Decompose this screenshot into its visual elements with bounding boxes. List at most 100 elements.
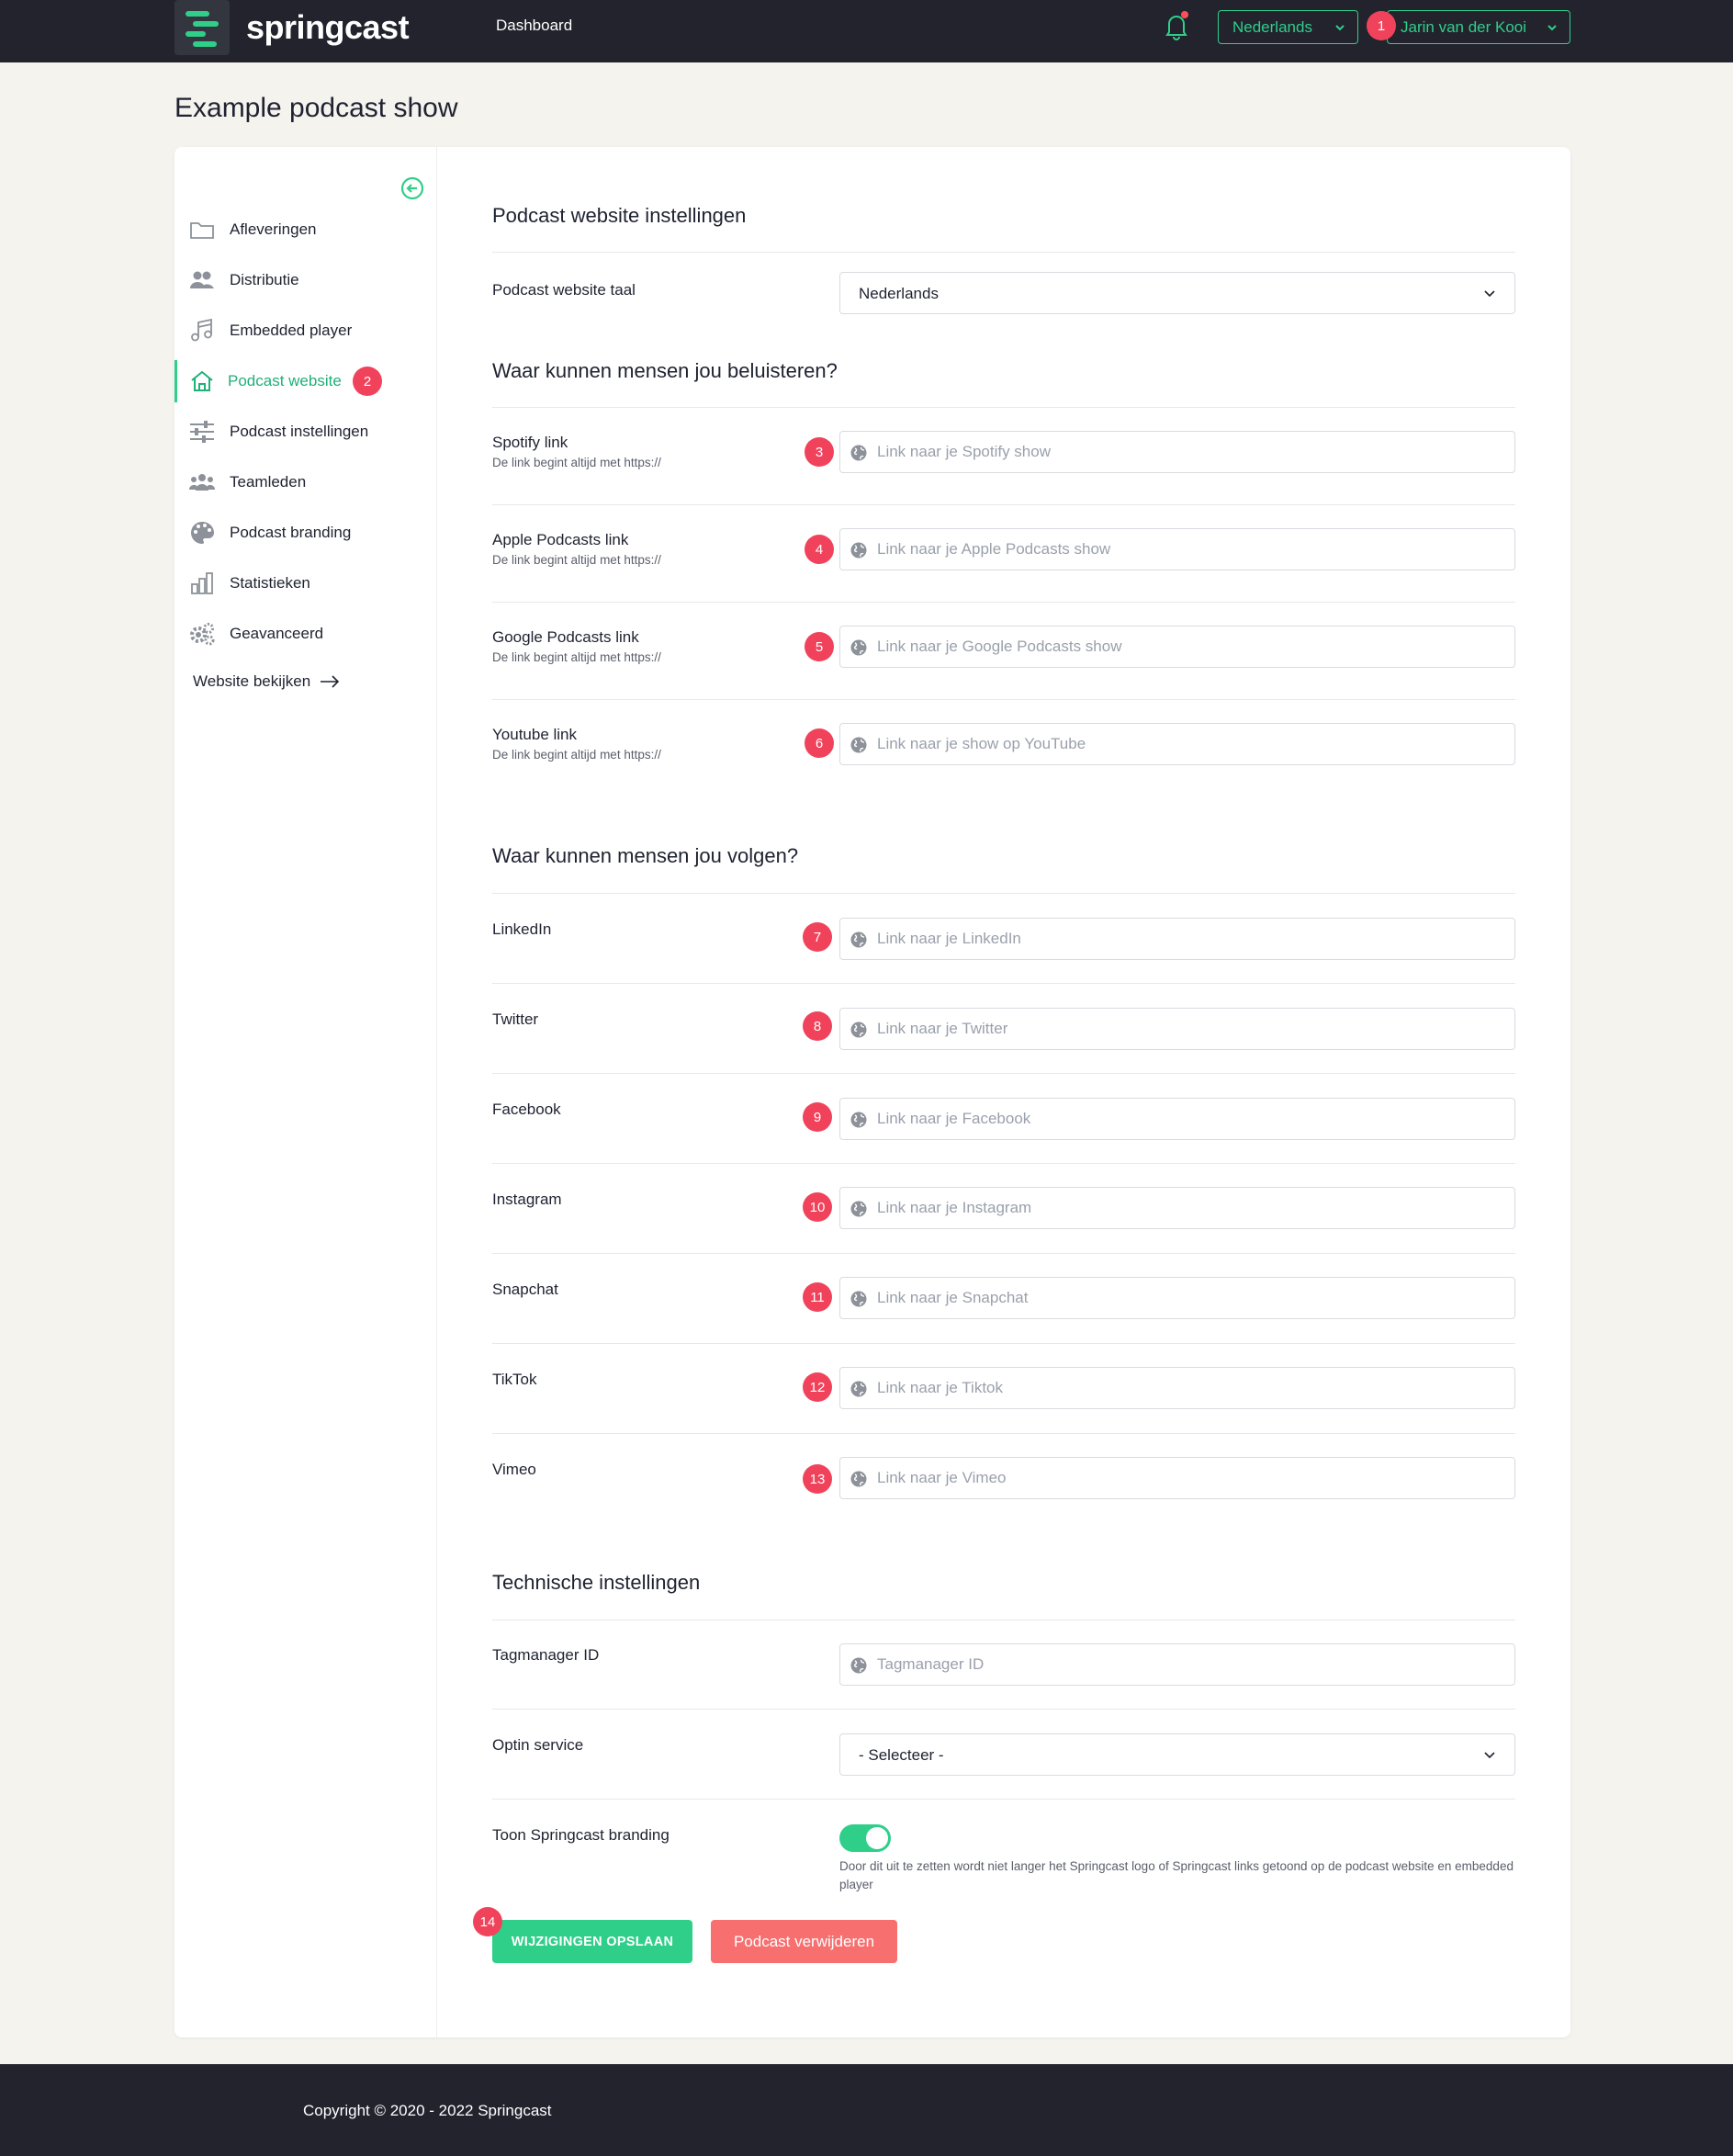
apple-podcasts-link-input[interactable] [877, 529, 1502, 570]
snapchat-link-input[interactable] [877, 1278, 1502, 1318]
sidebar-divider [436, 147, 437, 2037]
snapchat-link-field[interactable] [839, 1277, 1515, 1319]
sidebar-item-podcast-website[interactable]: Podcast website 2 [174, 360, 436, 402]
twitter-link-input[interactable] [877, 1009, 1502, 1049]
user-menu[interactable]: Jarin van der Kooi [1387, 10, 1570, 44]
section-title-follow: Waar kunnen mensen jou volgen? [492, 844, 799, 867]
chevron-down-icon [1484, 290, 1495, 298]
step-badge: 3 [805, 437, 834, 467]
globe-icon [850, 737, 867, 753]
divider [492, 252, 1515, 253]
optin-service-value: - Selecteer - [859, 1746, 944, 1764]
gears-icon [190, 623, 215, 646]
sidebar-item-label: Statistieken [230, 574, 310, 592]
sidebar-item-podcast-branding[interactable]: Podcast branding [174, 512, 436, 554]
instagram-link-field[interactable] [839, 1187, 1515, 1229]
youtube-link-input[interactable] [877, 724, 1502, 764]
google-podcasts-link-input[interactable] [877, 626, 1502, 667]
spotify-link-input[interactable] [877, 432, 1502, 472]
tagmanager-id-input[interactable] [877, 1644, 1502, 1685]
globe-icon [850, 1471, 867, 1487]
divider [492, 602, 1515, 603]
divider [492, 504, 1515, 505]
sidebar-item-label: Podcast website [228, 372, 342, 389]
instagram-link-input[interactable] [877, 1188, 1502, 1228]
field-label-apple-podcasts: Apple Podcasts link [492, 531, 629, 548]
linkedin-link-input[interactable] [877, 919, 1502, 959]
divider [492, 983, 1515, 984]
delete-podcast-button[interactable]: Podcast verwijderen [711, 1920, 897, 1963]
globe-icon [850, 1201, 867, 1217]
tagmanager-id-field[interactable] [839, 1643, 1515, 1686]
team-icon [189, 474, 215, 491]
sidebar-item-statistieken[interactable]: Statistieken [174, 562, 436, 604]
sidebar-item-label: Podcast instellingen [230, 423, 369, 440]
field-hint-spotify: De link begint altijd met https:// [492, 456, 661, 469]
optin-service-select[interactable]: - Selecteer - [839, 1733, 1515, 1776]
vimeo-link-input[interactable] [877, 1458, 1502, 1498]
sidebar-item-afleveringen[interactable]: Afleveringen [174, 209, 436, 251]
sidebar-item-label: Afleveringen [230, 220, 317, 238]
globe-icon [850, 1291, 867, 1307]
sidebar-item-geavanceerd[interactable]: Geavanceerd [174, 613, 436, 655]
facebook-link-input[interactable] [877, 1099, 1502, 1139]
spotify-link-field[interactable] [839, 431, 1515, 473]
step-badge: 8 [803, 1011, 832, 1041]
apple-podcasts-link-field[interactable] [839, 528, 1515, 570]
chevron-down-icon [1547, 25, 1557, 31]
step-badge: 12 [803, 1372, 832, 1402]
copyright-text: Copyright © 2020 - 2022 Springcast [303, 2102, 552, 2119]
vimeo-link-field[interactable] [839, 1457, 1515, 1499]
globe-icon [850, 1112, 867, 1128]
facebook-link-field[interactable] [839, 1098, 1515, 1140]
divider [492, 1343, 1515, 1344]
google-podcasts-link-field[interactable] [839, 626, 1515, 668]
sidebar-item-distributie[interactable]: Distributie [174, 259, 436, 301]
globe-icon [850, 931, 867, 948]
divider [492, 407, 1515, 408]
twitter-link-field[interactable] [839, 1008, 1515, 1050]
folder-icon [190, 222, 214, 239]
field-label-google-podcasts: Google Podcasts link [492, 628, 639, 646]
tiktok-link-field[interactable] [839, 1367, 1515, 1409]
divider [492, 699, 1515, 700]
field-label-branding: Toon Springcast branding [492, 1826, 670, 1844]
website-language-select[interactable]: Nederlands [839, 272, 1515, 314]
field-label-linkedin: LinkedIn [492, 920, 552, 938]
chevron-down-icon [1335, 25, 1345, 31]
tiktok-link-input[interactable] [877, 1368, 1502, 1408]
field-hint-google-podcasts: De link begint altijd met https:// [492, 650, 661, 664]
logo-text: springcast [246, 8, 410, 46]
springcast-logo[interactable]: springcast [174, 0, 410, 55]
youtube-link-field[interactable] [839, 723, 1515, 765]
save-changes-button[interactable]: WIJZIGINGEN OPSLAAN [492, 1920, 692, 1963]
notification-dot [1181, 11, 1188, 18]
website-bekijken-link[interactable]: Website bekijken [193, 672, 340, 691]
toggle-knob [866, 1827, 888, 1849]
sidebar-item-podcast-instellingen[interactable]: Podcast instellingen [174, 411, 436, 453]
field-hint-apple-podcasts: De link begint altijd met https:// [492, 553, 661, 567]
globe-icon [850, 1022, 867, 1038]
field-label-twitter: Twitter [492, 1010, 539, 1028]
sidebar-item-teamleden[interactable]: Teamleden [174, 461, 436, 503]
divider [492, 1073, 1515, 1074]
section-title-technical: Technische instellingen [492, 1571, 701, 1594]
globe-icon [850, 542, 867, 559]
language-select[interactable]: Nederlands [1218, 10, 1358, 44]
palette-icon [191, 522, 214, 544]
branding-toggle[interactable] [839, 1824, 891, 1852]
divider [492, 1433, 1515, 1434]
sidebar-item-embedded-player[interactable]: Embedded player [174, 310, 436, 352]
step-badge: 11 [803, 1282, 832, 1312]
arrow-right-icon [321, 675, 340, 688]
step-badge: 4 [805, 535, 834, 564]
divider [492, 893, 1515, 894]
linkedin-link-field[interactable] [839, 918, 1515, 960]
section-title-website-settings: Podcast website instellingen [492, 204, 747, 227]
divider [492, 1253, 1515, 1254]
bar-chart-icon [191, 572, 213, 594]
collapse-sidebar-icon[interactable] [400, 176, 424, 200]
globe-icon [850, 1381, 867, 1397]
chevron-down-icon [1484, 1752, 1495, 1759]
nav-dashboard-link[interactable]: Dashboard [496, 17, 572, 35]
